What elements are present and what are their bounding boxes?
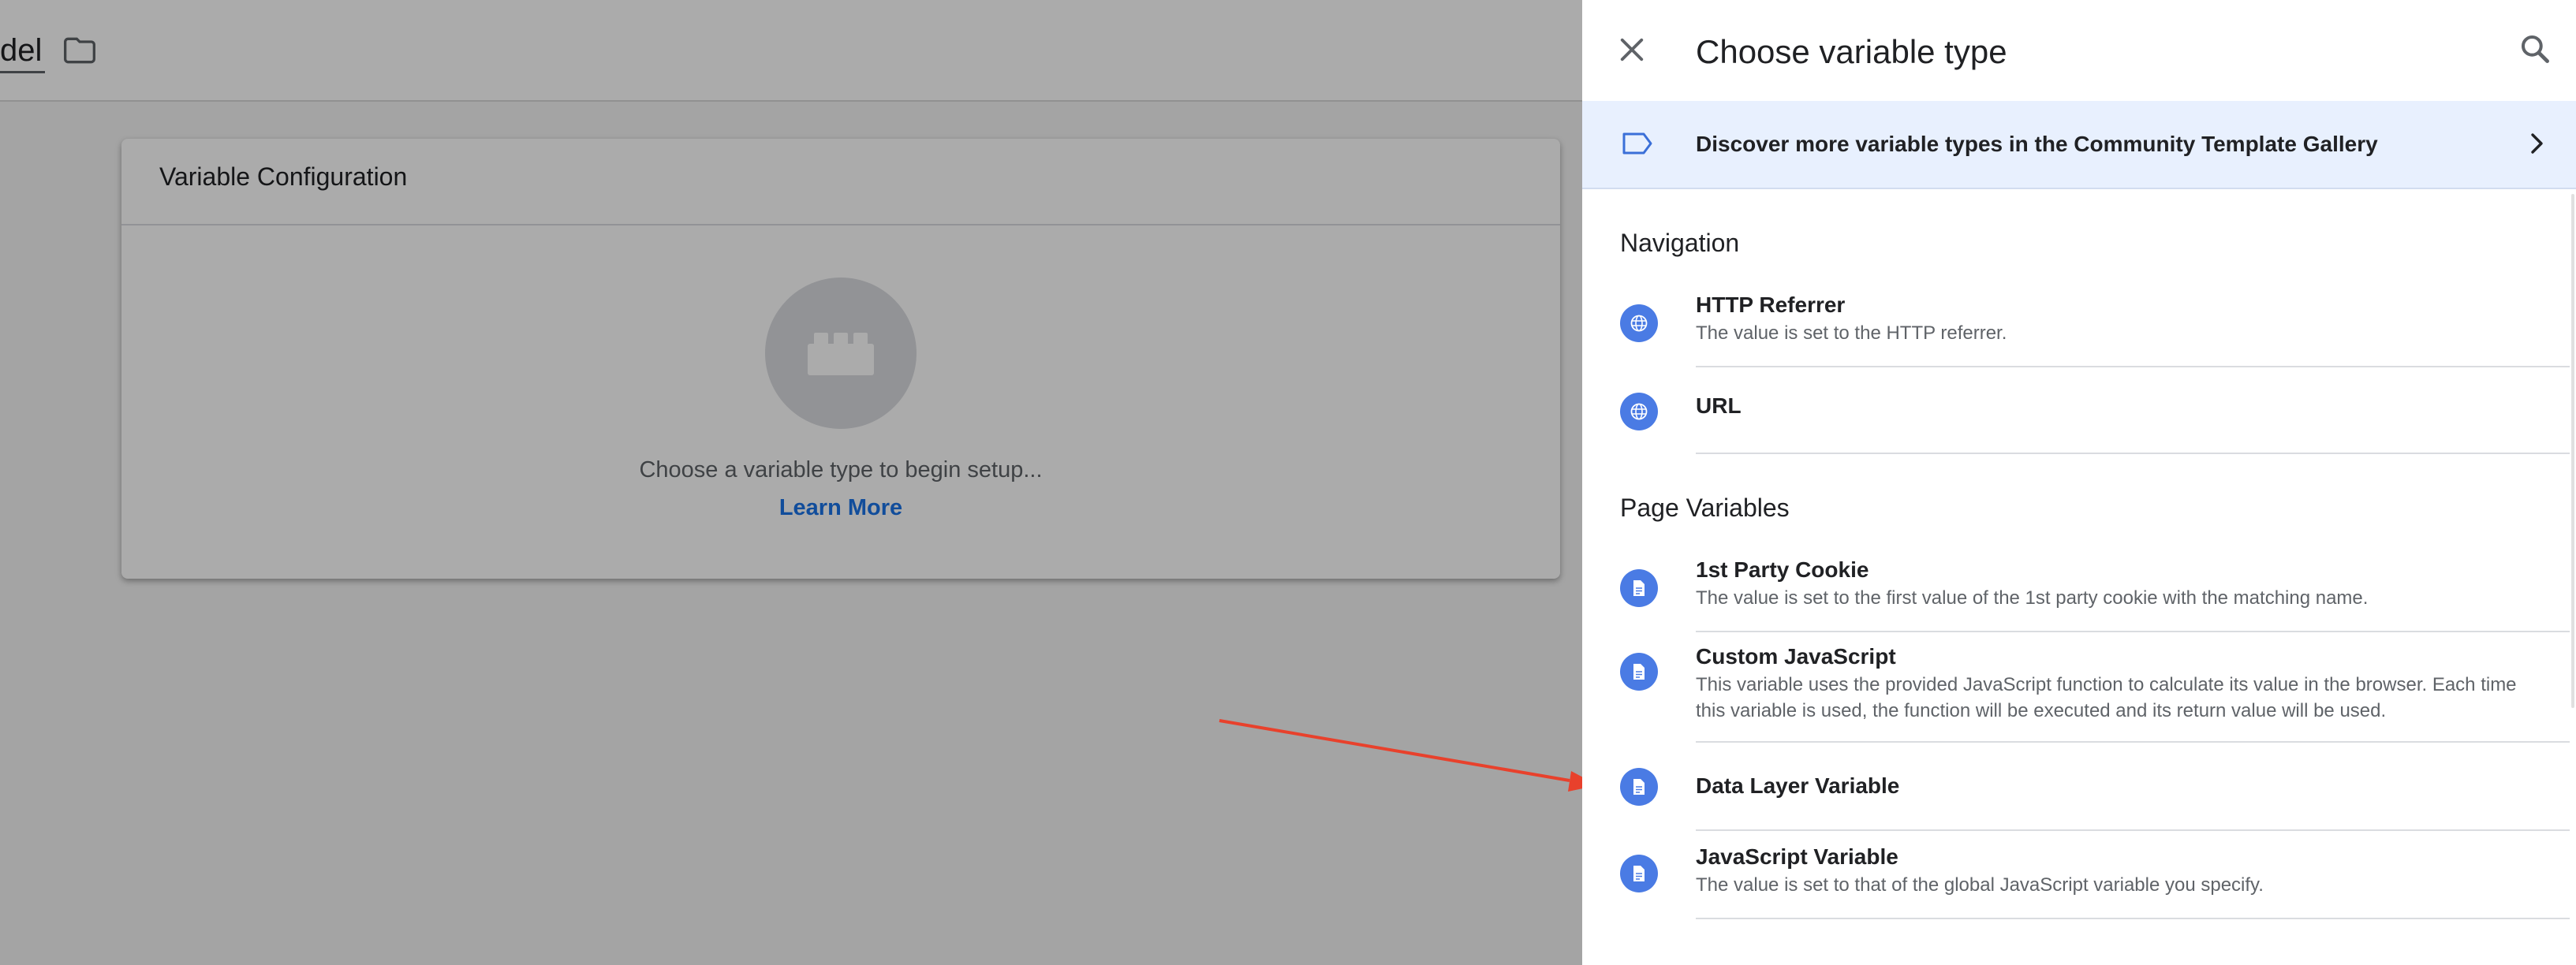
- variable-type-list[interactable]: Navigation HTTP Referrer The value is se…: [1582, 189, 2570, 965]
- tag-icon: [1622, 132, 1652, 155]
- variable-type-name: JavaScript Variable: [1696, 844, 1898, 869]
- variable-type-description: The value is set to that of the global J…: [1696, 874, 2264, 896]
- list-scrollbar-thumb[interactable]: [2571, 194, 2574, 708]
- globe-icon: [1620, 393, 1658, 430]
- variable-type-javascript-variable[interactable]: JavaScript Variable The value is set to …: [1582, 831, 2570, 919]
- variable-type-custom-javascript[interactable]: Custom JavaScript This variable uses the…: [1582, 632, 2570, 743]
- panel-title: Choose variable type: [1696, 33, 2007, 70]
- variable-type-description: This variable uses the provided JavaScri…: [1696, 674, 2517, 721]
- list-divider: [1696, 918, 2570, 919]
- document-icon: [1620, 768, 1658, 806]
- variable-type-data-layer-variable[interactable]: Data Layer Variable: [1582, 743, 2570, 831]
- close-icon[interactable]: [1615, 33, 1648, 66]
- choose-variable-type-panel: Choose variable type Discover more varia…: [1582, 0, 2576, 965]
- annotation-arrow: [1219, 719, 1598, 792]
- variable-type-name: Data Layer Variable: [1696, 773, 1900, 798]
- variable-type-1st-party-cookie[interactable]: 1st Party Cookie The value is set to the…: [1582, 549, 2570, 632]
- variable-type-description: The value is set to the first value of t…: [1696, 587, 2369, 609]
- section-title-navigation: Navigation: [1620, 229, 1740, 257]
- variable-type-description: The value is set to the HTTP referrer.: [1696, 322, 2007, 344]
- gallery-banner-text: Discover more variable types in the Comm…: [1696, 132, 2378, 156]
- chevron-right-icon: [2531, 133, 2543, 154]
- globe-icon: [1620, 304, 1658, 342]
- variable-type-name: HTTP Referrer: [1696, 292, 1846, 317]
- section-title-page-variables: Page Variables: [1620, 494, 1790, 522]
- search-icon[interactable]: [2518, 32, 2552, 66]
- panel-header: Choose variable type: [1582, 0, 2576, 99]
- variable-type-url[interactable]: URL: [1582, 367, 2570, 454]
- variable-type-http-referrer[interactable]: HTTP Referrer The value is set to the HT…: [1582, 284, 2570, 367]
- document-icon: [1620, 855, 1658, 892]
- variable-type-name: 1st Party Cookie: [1696, 557, 1869, 582]
- document-icon: [1620, 569, 1658, 607]
- variable-type-name: Custom JavaScript: [1696, 644, 1896, 669]
- document-icon: [1620, 653, 1658, 691]
- variable-type-name: URL: [1696, 393, 1742, 418]
- list-divider: [1696, 453, 2570, 454]
- community-template-gallery-banner[interactable]: Discover more variable types in the Comm…: [1582, 101, 2576, 189]
